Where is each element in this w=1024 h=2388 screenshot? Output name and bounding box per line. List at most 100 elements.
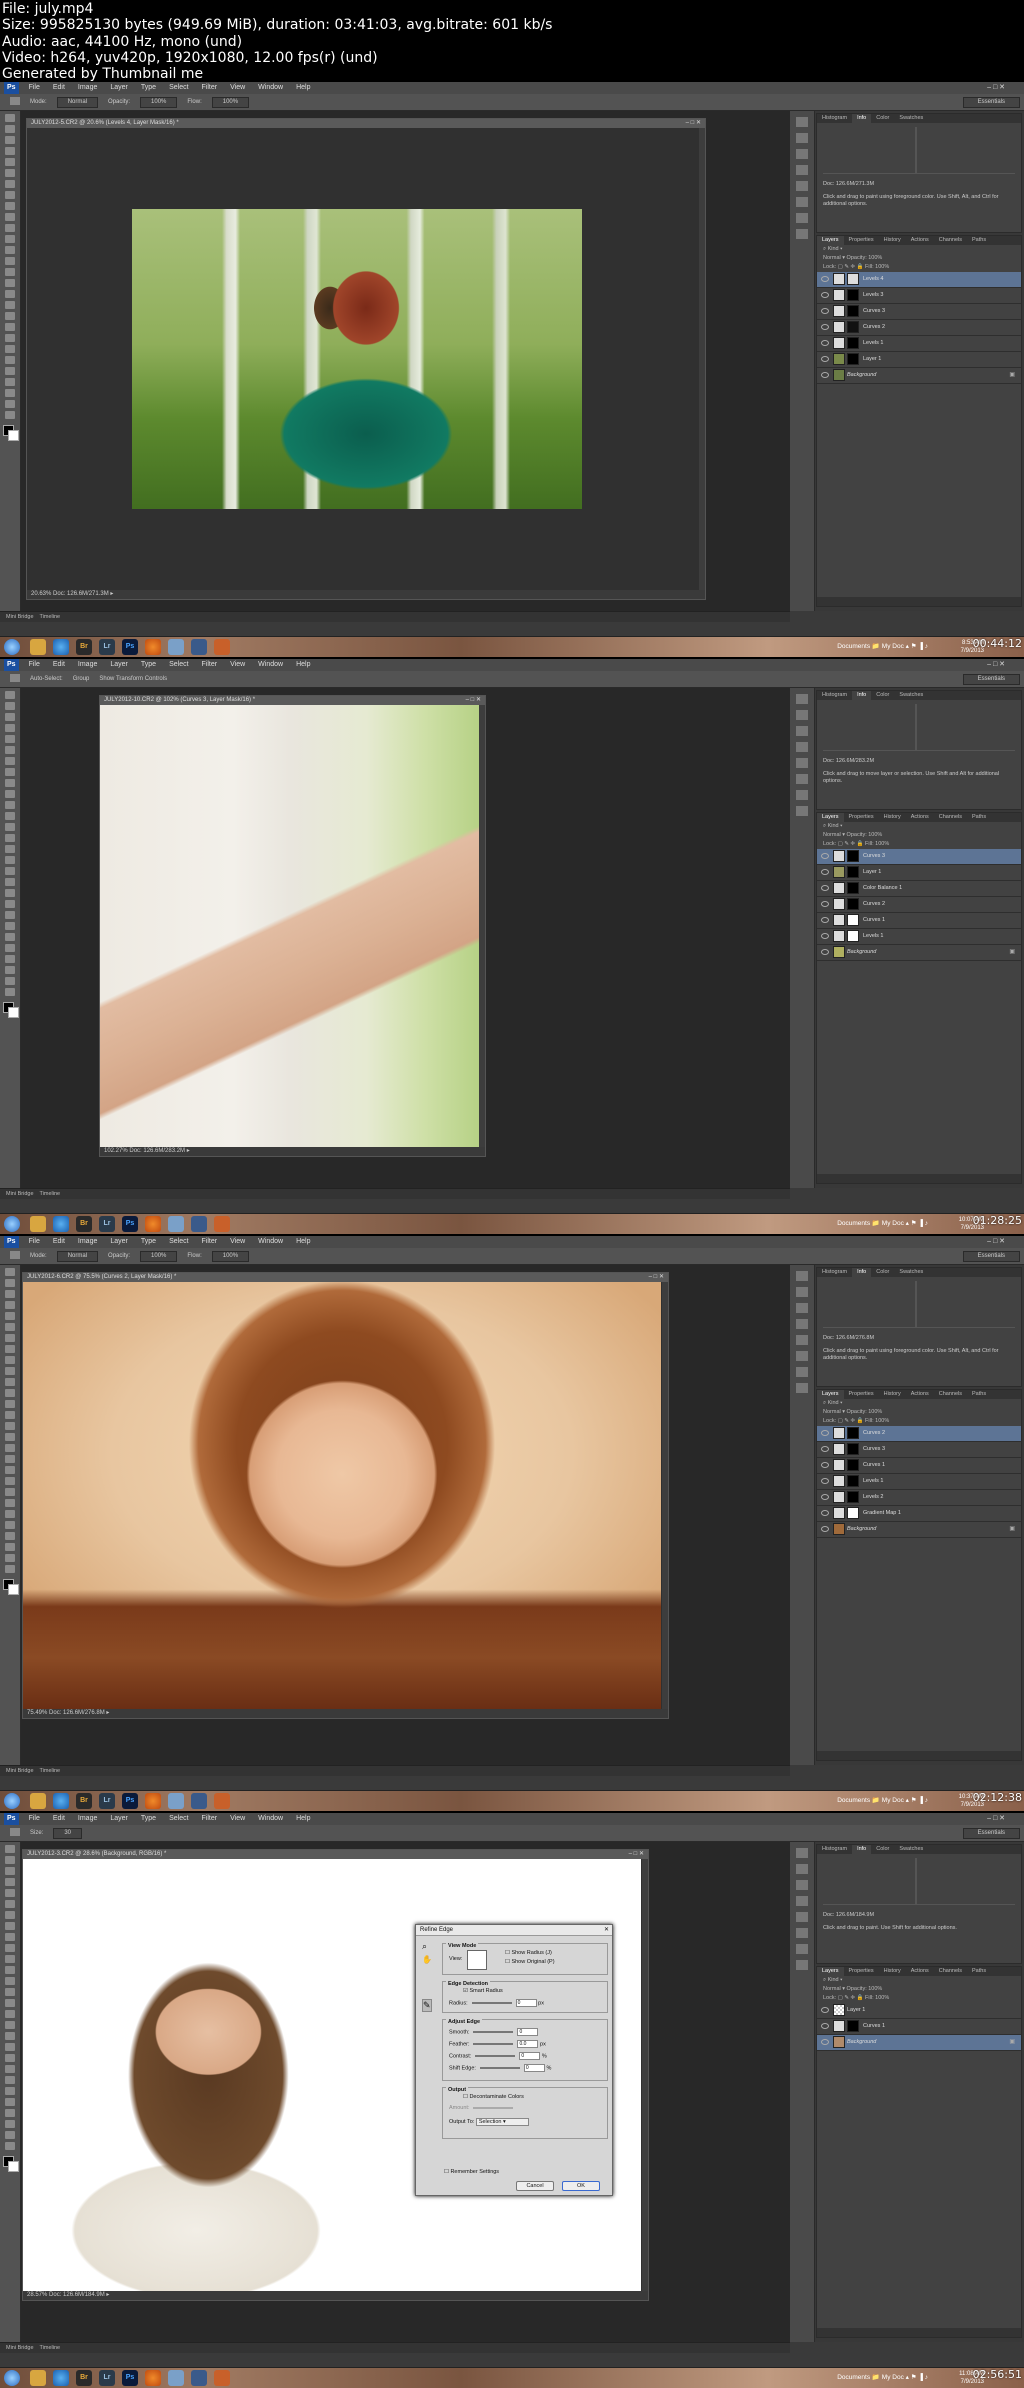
panel-icon[interactable] (796, 1944, 808, 1954)
panel-tab[interactable]: Channels (934, 813, 967, 822)
opacity-value[interactable]: 100% (868, 1409, 882, 1415)
taskbar-app-icon[interactable] (191, 639, 207, 655)
visibility-eye-icon[interactable] (821, 1445, 829, 1452)
panel-icon[interactable] (796, 1319, 808, 1329)
visibility-eye-icon[interactable] (821, 2022, 829, 2029)
tool-icon[interactable] (5, 922, 15, 930)
workspace-switcher[interactable]: Essentials (962, 674, 1020, 685)
tool-icon[interactable] (5, 345, 15, 353)
tool-icon[interactable] (5, 1532, 15, 1540)
tool-icon[interactable] (5, 2021, 15, 2029)
panel-icon[interactable] (796, 181, 808, 191)
layer-row[interactable]: Gradient Map 1 (817, 1506, 1021, 1522)
tool-icon[interactable] (5, 246, 15, 254)
panel-tab[interactable]: Swatches (894, 691, 928, 700)
menu-item[interactable]: Filter (202, 1813, 218, 1825)
visibility-eye-icon[interactable] (821, 1477, 829, 1484)
tool-icon[interactable] (5, 1290, 15, 1298)
visibility-eye-icon[interactable] (821, 307, 829, 314)
tool-icon[interactable] (5, 1878, 15, 1886)
layer-row[interactable]: Curves 1 (817, 1458, 1021, 1474)
tool-icon[interactable] (5, 2076, 15, 2084)
tray-documents[interactable]: Documents (837, 643, 870, 650)
color-swatches[interactable] (3, 1002, 19, 1018)
panel-icon[interactable] (796, 1848, 808, 1858)
taskbar-app-icon[interactable] (214, 2370, 230, 2386)
taskbar-app-icon[interactable]: Ps (122, 2370, 138, 2386)
panel-tab[interactable]: Paths (967, 1967, 991, 1976)
taskbar-app-icon[interactable] (214, 1793, 230, 1809)
option-item[interactable]: 100% (140, 97, 178, 108)
panel-tab[interactable]: Color (871, 691, 894, 700)
taskbar-app-icon[interactable] (191, 1793, 207, 1809)
tool-icon[interactable] (5, 1367, 15, 1375)
window-controls[interactable]: – □ ✕ (987, 1236, 1005, 1248)
shift-edge-slider[interactable] (479, 2067, 520, 2069)
layer-row[interactable]: Background ▣ (817, 368, 1021, 384)
output-to-select[interactable]: Selection ▾ (475, 2118, 529, 2126)
visibility-eye-icon[interactable] (821, 916, 829, 923)
tool-icon[interactable] (5, 356, 15, 364)
tool-icon[interactable] (5, 2054, 15, 2062)
tool-icon[interactable] (5, 878, 15, 886)
menu-item[interactable]: Window (258, 82, 283, 94)
contrast-slider[interactable] (475, 2055, 516, 2057)
taskbar-app-icon[interactable]: Ps (122, 639, 138, 655)
panel-icon[interactable] (796, 1367, 808, 1377)
menu-item[interactable]: View (230, 82, 245, 94)
menu-item[interactable]: Type (141, 1813, 156, 1825)
visibility-eye-icon[interactable] (821, 323, 829, 330)
tool-icon[interactable] (5, 2109, 15, 2117)
option-item[interactable]: Mode: (30, 1248, 47, 1264)
tool-icon[interactable] (5, 169, 15, 177)
tool-icon[interactable] (5, 1867, 15, 1875)
tool-icon[interactable] (5, 1422, 15, 1430)
tool-icon[interactable] (5, 389, 15, 397)
menu-item[interactable]: Layer (110, 659, 128, 671)
layer-row[interactable]: Layer 1 (817, 2003, 1021, 2019)
tool-icon[interactable] (5, 1411, 15, 1419)
shift-edge-value[interactable]: 0 (523, 2064, 545, 2072)
menu-item[interactable]: Type (141, 659, 156, 671)
taskbar-app-icon[interactable] (145, 639, 161, 655)
tool-icon[interactable] (5, 702, 15, 710)
tool-icon[interactable] (5, 823, 15, 831)
panel-tab[interactable]: Properties (844, 236, 879, 245)
panel-tab[interactable]: Histogram (817, 691, 852, 700)
panel-tab[interactable]: Swatches (894, 1268, 928, 1277)
start-button[interactable] (4, 1216, 20, 1232)
tool-icon[interactable] (5, 1977, 15, 1985)
background-color[interactable] (8, 2161, 19, 2172)
visibility-eye-icon[interactable] (821, 868, 829, 875)
option-item[interactable]: Normal (56, 97, 99, 108)
menu-item[interactable]: View (230, 659, 245, 671)
tool-icon[interactable] (5, 1565, 15, 1573)
layer-row[interactable]: Curves 2 (817, 1426, 1021, 1442)
tool-icon[interactable] (5, 1400, 15, 1408)
panel-icon[interactable] (796, 694, 808, 704)
tool-icon[interactable] (5, 301, 15, 309)
tool-icon[interactable] (5, 158, 15, 166)
tool-icon[interactable] (5, 867, 15, 875)
tool-icon[interactable] (5, 955, 15, 963)
option-item[interactable]: Mode: (30, 94, 47, 110)
timeline-tab[interactable]: Timeline (40, 2345, 61, 2351)
window-controls[interactable]: – □ ✕ (987, 1813, 1005, 1825)
taskbar-app-icon[interactable] (145, 1793, 161, 1809)
fill-value[interactable]: 100% (875, 1995, 889, 2001)
tool-icon[interactable] (5, 1301, 15, 1309)
visibility-eye-icon[interactable] (821, 355, 829, 362)
panel-tab[interactable]: Histogram (817, 114, 852, 123)
document-tab[interactable]: JULY2012-3.CR2 @ 28.6% (Background, RGB/… (23, 1850, 648, 1859)
tool-icon[interactable] (5, 1944, 15, 1952)
zoom-tool-icon[interactable]: ⌕ (422, 1941, 427, 1952)
panel-icon[interactable] (796, 726, 808, 736)
opacity-value[interactable]: 100% (868, 832, 882, 838)
timeline-tab[interactable]: Timeline (40, 614, 61, 620)
tool-icon[interactable] (5, 411, 15, 419)
layer-row[interactable]: Levels 1 (817, 1474, 1021, 1490)
tool-icon[interactable] (5, 114, 15, 122)
panel-tab[interactable]: Info (852, 114, 872, 123)
panel-icon[interactable] (796, 1880, 808, 1890)
layer-row[interactable]: Levels 1 (817, 336, 1021, 352)
